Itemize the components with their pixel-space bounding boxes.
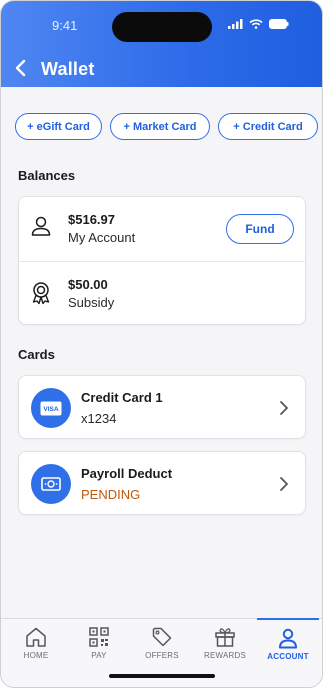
subsidy-balance-label: Subsidy [68,295,115,310]
card-item-credit-card-1[interactable]: VISA Credit Card 1 x1234 [18,375,306,439]
tab-offers[interactable]: OFFERS [131,619,193,665]
app-header: 9:41 Wallet [1,1,322,87]
page-title: Wallet [41,59,95,79]
tab-offers-label: OFFERS [145,651,179,660]
add-egift-card-button[interactable]: + eGift Card [15,113,102,140]
home-icon [26,627,46,647]
account-balance-label: My Account [68,230,136,245]
balance-row-my-account: $516.97 My Account Fund [19,197,305,261]
cards-heading: Cards [18,347,55,362]
card-subtitle: x1234 [81,411,117,426]
tab-account[interactable]: ACCOUNT [257,618,319,664]
card-status-pending: PENDING [81,487,141,502]
tab-pay[interactable]: PAY [68,619,130,665]
user-icon [31,216,51,236]
signal-icon [228,19,243,29]
gift-icon [215,628,235,647]
person-icon [279,628,297,649]
subsidy-balance-amount: $50.00 [68,277,108,292]
balances-heading: Balances [18,168,76,183]
card-title: Credit Card 1 [81,390,163,405]
tab-rewards[interactable]: REWARDS [194,619,256,665]
tab-pay-label: PAY [91,651,107,660]
visa-card-icon: VISA [31,388,71,428]
qr-code-icon [89,627,109,647]
battery-icon [269,19,289,29]
award-ribbon-icon [32,282,50,305]
tab-home-label: HOME [23,651,49,660]
balance-row-subsidy: $50.00 Subsidy [19,261,305,325]
card-item-payroll-deduct[interactable]: Payroll Deduct PENDING [18,451,306,515]
chevron-right-icon [280,401,288,415]
phone-screen: 9:41 Wallet + eGift Card + Market Card +… [0,0,323,688]
cash-icon [31,464,71,504]
svg-text:VISA: VISA [43,406,58,413]
tab-rewards-label: REWARDS [204,651,246,660]
account-balance-amount: $516.97 [68,212,115,227]
home-indicator [109,674,215,678]
add-card-actions: + eGift Card + Market Card + Credit Card [15,113,318,140]
add-market-card-button[interactable]: + Market Card [110,113,210,140]
card-title: Payroll Deduct [81,466,173,481]
status-time: 9:41 [52,18,78,33]
tab-home[interactable]: HOME [5,619,67,665]
dynamic-island [112,12,212,42]
add-credit-card-button[interactable]: + Credit Card [218,113,318,140]
fund-button[interactable]: Fund [226,214,294,244]
wifi-icon [249,19,263,29]
back-arrow-icon[interactable] [14,59,30,77]
status-icons [228,19,289,29]
tab-account-label: ACCOUNT [267,652,309,661]
tag-icon [152,627,172,647]
balances-card: $516.97 My Account Fund $50.00 Subsidy [18,196,306,325]
chevron-right-icon [280,477,288,491]
